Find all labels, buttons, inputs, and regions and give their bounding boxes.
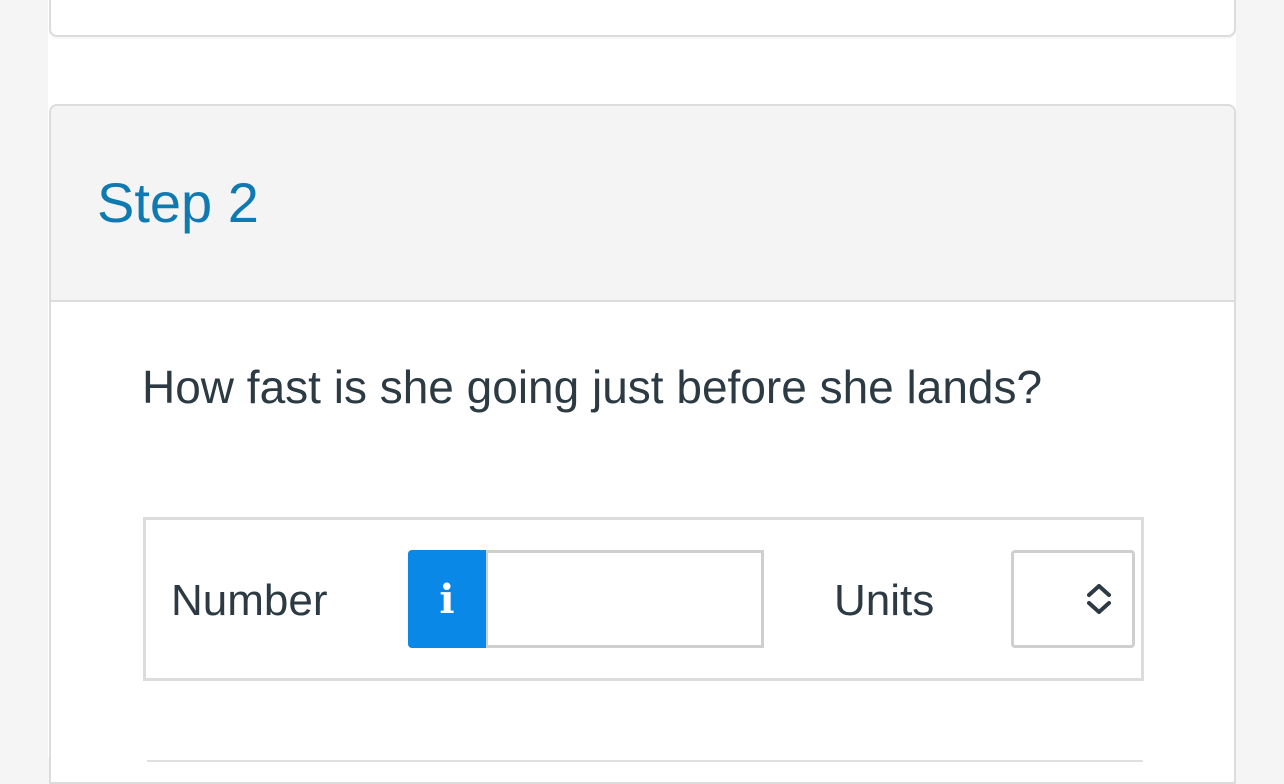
question-text: How fast is she going just before she la… <box>142 361 1043 413</box>
section-divider <box>147 760 1143 764</box>
info-icon: i <box>439 575 455 623</box>
answer-box: Number i Units <box>143 517 1144 681</box>
info-button[interactable]: i <box>408 550 486 648</box>
previous-step-card <box>49 0 1236 37</box>
step-title: Step 2 <box>97 171 259 234</box>
step-card: Step 2 How fast is she going just before… <box>49 104 1236 784</box>
number-label: Number <box>171 576 328 625</box>
step-header: Step 2 <box>51 106 1234 302</box>
number-input[interactable] <box>486 550 764 648</box>
units-label: Units <box>834 576 935 625</box>
units-select[interactable] <box>1011 550 1135 648</box>
chevron-up-down-icon <box>1087 584 1111 614</box>
